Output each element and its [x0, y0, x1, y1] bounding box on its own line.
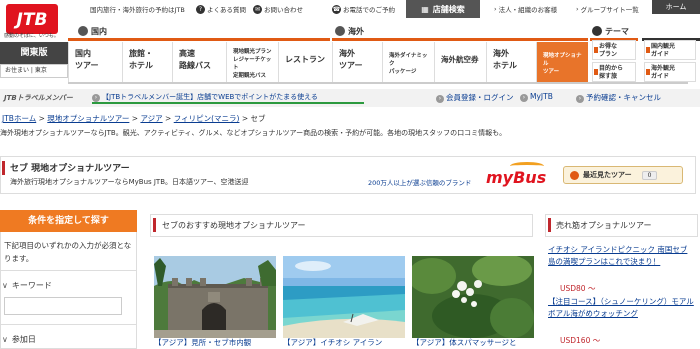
- guide-domestic[interactable]: 国内観光 ガイド: [644, 40, 696, 60]
- nav-highway-bus[interactable]: 高速 路線バス: [172, 42, 226, 82]
- contact-link[interactable]: ✉ お問い合わせ: [253, 4, 303, 14]
- keyword-label[interactable]: ∨ キーワード: [2, 280, 52, 291]
- breadcrumb-home[interactable]: JTBホーム: [2, 114, 36, 123]
- arrow-icon: ›: [576, 95, 584, 103]
- bestsellers-title: 売れ筋オプショナルツアー: [556, 221, 652, 230]
- nav-overseas-hotel[interactable]: 海外 ホテル: [486, 42, 536, 82]
- promo-underline: [92, 102, 364, 104]
- logo-tagline: 感動のそばに、いつも。: [4, 33, 59, 39]
- tour-photo-fort[interactable]: [154, 256, 276, 338]
- bs-accent: [548, 218, 551, 232]
- recommended-title: セブのおすすめ現地オプショナルツアー: [162, 221, 306, 230]
- faq-link[interactable]: ? よくある質問: [196, 4, 246, 14]
- page-title: セブ 現地オプショナルツアー: [10, 164, 130, 174]
- myjtb-link[interactable]: › MyJTB: [520, 92, 553, 102]
- search-panel-header: 条件を指定して探す: [0, 210, 137, 232]
- group-link[interactable]: › グループサイト一覧: [576, 4, 639, 14]
- arrow-icon: [594, 47, 598, 53]
- arrow-icon: ›: [576, 5, 579, 13]
- compass-icon: [592, 26, 602, 36]
- building-icon: [78, 26, 88, 36]
- page-subtitle: 海外旅行現地オプショナルツアーならMyBus JTB。日本語ツアー、空港送迎: [10, 178, 249, 186]
- store-search-button[interactable]: ▦ 店舗検索: [406, 0, 480, 18]
- keyword-input[interactable]: [4, 297, 122, 315]
- globe-icon: [335, 26, 345, 36]
- chevron-down-icon: ∨: [2, 281, 8, 290]
- nav-domestic-hotel[interactable]: 旅館・ ホテル: [122, 42, 172, 82]
- rec-accent: [153, 218, 156, 232]
- brand-tagline: 200万人以上が選ぶ信頼のブランド: [368, 179, 472, 187]
- clock-icon: [570, 170, 579, 180]
- store-icon: ▦: [421, 4, 429, 14]
- bestseller-price: USD160 〜: [560, 336, 601, 345]
- recent-tours-button[interactable]: 最近見たツアー 0: [563, 166, 683, 184]
- reservation-link[interactable]: › 予約確認・キャンセル: [576, 92, 661, 103]
- recent-count: 0: [641, 170, 658, 180]
- nav-dynamic-package[interactable]: 海外ダイナミック パッケージ: [382, 42, 434, 82]
- domestic-heading: 国内: [78, 24, 107, 38]
- jtb-logo[interactable]: JTB: [6, 4, 58, 34]
- arrow-icon: ›: [520, 94, 528, 102]
- tour-caption[interactable]: 【アジア】見所・セブ市内観: [154, 337, 251, 348]
- region-selector[interactable]: 関東版: [0, 42, 68, 64]
- intro-text: 海外現地オプショナルツアーならJTB。観光、アクティビティ、グルメ、などオプショ…: [0, 129, 507, 137]
- theme-purpose[interactable]: 目的から 探す旅: [592, 62, 636, 82]
- breadcrumb-current: セブ: [250, 114, 266, 123]
- mybus-logo[interactable]: myBus: [486, 168, 546, 187]
- chevron-down-icon: ∨: [2, 335, 8, 344]
- phone-link[interactable]: ☎ お電話でのご予約: [332, 4, 395, 14]
- breadcrumb-philippines[interactable]: フィリピン(マニラ): [174, 114, 240, 123]
- tour-caption[interactable]: 【アジア】体スパマッサージと: [412, 337, 517, 348]
- arrow-icon: ›: [436, 95, 444, 103]
- nav-air-ticket[interactable]: 海外航空券: [434, 42, 486, 82]
- tour-caption[interactable]: 【アジア】イチオシ アイラン: [283, 337, 382, 348]
- member-promo-link[interactable]: › 【JTBトラベルメンバー誕生】店舗でWEBでポイントがたまる使える: [92, 92, 318, 102]
- date-label[interactable]: ∨ 参加日: [2, 334, 36, 345]
- nav-domestic-tour[interactable]: 国内 ツアー: [68, 42, 122, 82]
- nav-local-plan[interactable]: 現地観光プラン レジャーチケット 定期観光バス: [226, 42, 278, 82]
- tour-photo-flowers[interactable]: [412, 256, 534, 338]
- breadcrumb: JTBホーム > 現地オプショナルツアー > アジア > フィリピン(マニラ) …: [2, 114, 266, 123]
- bestseller-link[interactable]: イチオシ アイランドピクニック 南国セブ島の満喫プランはこれで決まり！: [548, 244, 694, 268]
- svg-text:JTB: JTB: [14, 10, 48, 30]
- title-accent: [2, 161, 5, 175]
- page: JTB 感動のそばに、いつも。 国内旅行・海外旅行の予約はJTB ? よくある質問…: [0, 0, 700, 349]
- divider: [0, 324, 137, 325]
- corp-link[interactable]: › 法人・組織のお客様: [494, 4, 557, 14]
- residence[interactable]: お住まい | 東京: [0, 64, 68, 78]
- nav-optional-tour[interactable]: 現地オプショナル ツアー: [536, 42, 588, 82]
- domestic-line: [68, 38, 330, 41]
- nav-divider: [68, 82, 688, 84]
- util-tagline: 国内旅行・海外旅行の予約はJTB: [90, 6, 185, 14]
- bestseller-link[interactable]: 【注目コース】（シュノーケリング）モアルボアル海がめウォッチング: [548, 296, 694, 320]
- search-note: 下記項目のいずれかの入力が必須となります。: [4, 241, 132, 263]
- travel-member-logo[interactable]: JTBトラベルメンバー: [4, 93, 73, 103]
- breadcrumb-asia[interactable]: アジア: [140, 114, 162, 123]
- overseas-heading: 海外: [335, 24, 364, 38]
- arrow-icon: [646, 69, 650, 75]
- tour-photo-beach[interactable]: [283, 256, 405, 338]
- arrow-icon: [594, 69, 598, 75]
- nav-restaurant[interactable]: レストラン: [278, 42, 330, 82]
- phone-icon: ☎: [332, 4, 341, 14]
- theme-heading: テーマ: [592, 24, 629, 38]
- divider: [0, 270, 137, 271]
- guide-overseas[interactable]: 海外観光 ガイド: [644, 62, 696, 82]
- overseas-line: [332, 38, 588, 41]
- theme-deals[interactable]: お得な プラン: [592, 40, 636, 60]
- arrow-icon: ›: [92, 94, 100, 102]
- mail-icon: ✉: [253, 4, 262, 14]
- nav-overseas-tour[interactable]: 海外 ツアー: [332, 42, 382, 82]
- breadcrumb-optional[interactable]: 現地オプショナルツアー: [47, 114, 129, 123]
- bestseller-price: USD80 〜: [560, 284, 596, 293]
- arrow-icon: ›: [494, 5, 497, 13]
- login-link[interactable]: › 会員登録・ログイン: [436, 92, 514, 103]
- question-icon: ?: [196, 4, 205, 14]
- home-button[interactable]: ホーム: [652, 0, 700, 14]
- arrow-icon: [646, 47, 650, 53]
